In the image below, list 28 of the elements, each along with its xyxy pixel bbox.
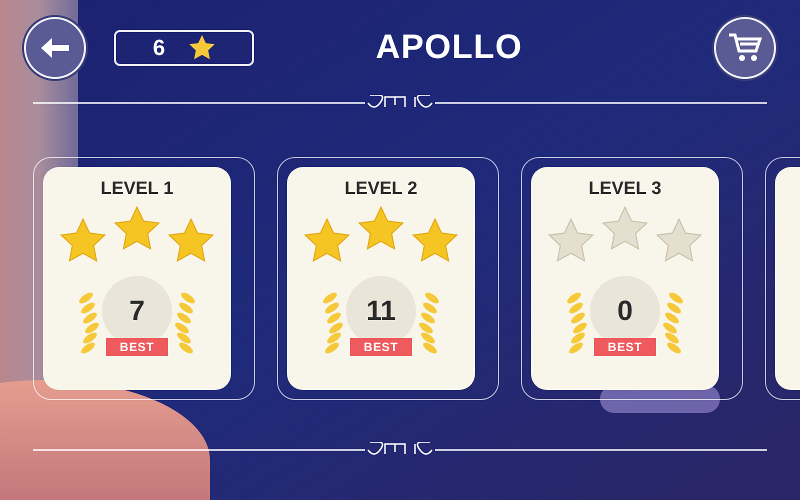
level-title: LEVEL 2 [344,177,418,200]
star-icon [168,218,214,262]
level-card[interactable]: LEVEL 3 0 BEST [531,167,719,390]
best-ribbon: BEST [594,338,656,356]
star-icon [304,218,350,262]
level-card[interactable]: LEVEL 2 11 BEST [287,167,475,390]
star-count: 6 [152,34,166,62]
best-score: 11 [366,294,396,328]
cart-icon [728,32,762,62]
star-icon [412,218,458,262]
best-ribbon: BEST [350,338,412,356]
screen-title: APOLLO [376,27,522,68]
best-score: 7 [129,294,145,328]
star-icon [114,206,160,250]
empty-star-icon [656,218,702,262]
star-icon [358,206,404,250]
level-card[interactable]: LEVEL 1 7 BEST [43,167,231,390]
star-icon [189,35,216,60]
level-title: LEVEL 1 [100,177,174,200]
best-score: 0 [617,294,633,328]
back-arrow-icon [40,36,70,58]
cart-button[interactable] [714,16,776,78]
empty-star-icon [548,218,594,262]
back-button[interactable] [24,16,86,78]
empty-star-icon [602,206,648,250]
best-ribbon: BEST [106,338,168,356]
star-icon [60,218,106,262]
level-title: LEVEL 3 [588,177,662,200]
